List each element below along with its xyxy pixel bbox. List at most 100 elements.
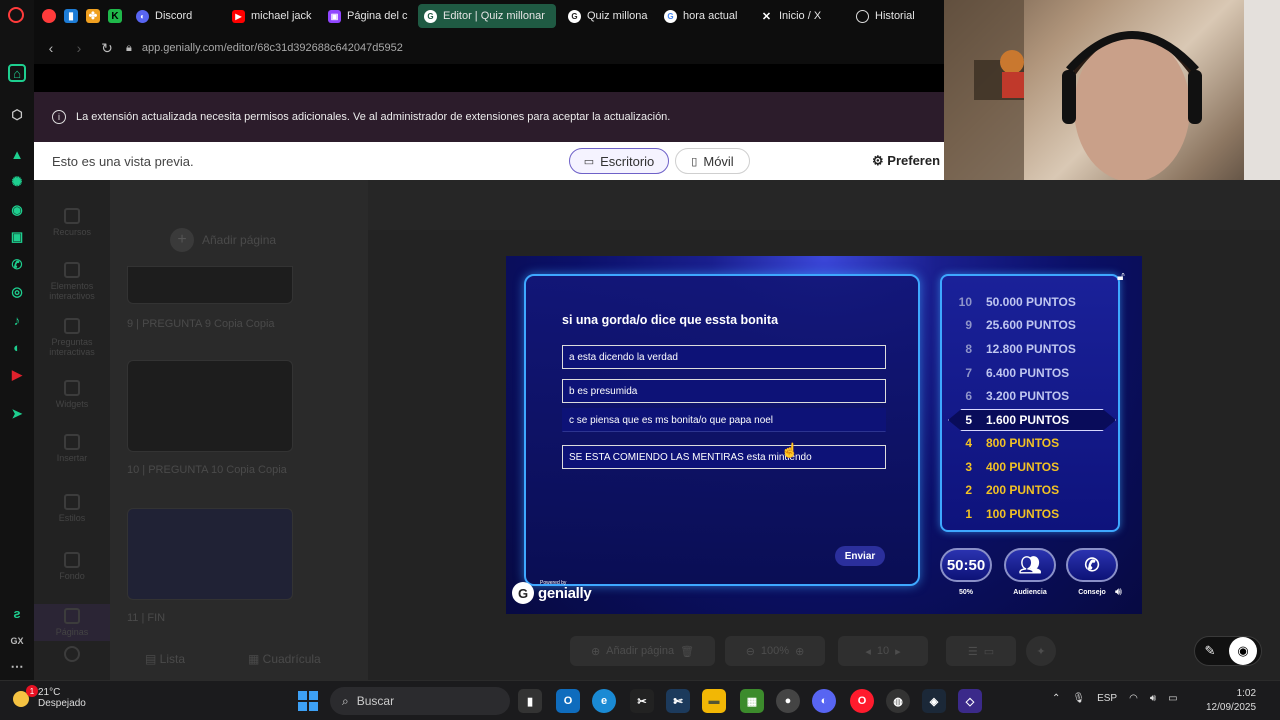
edge-icon[interactable]: e bbox=[592, 689, 616, 713]
tiktok-icon[interactable]: ♪ bbox=[8, 311, 26, 329]
list-view-button[interactable]: ▤ Lista bbox=[145, 652, 185, 666]
edit-preview-toggle[interactable]: ✎ ◉ bbox=[1194, 636, 1262, 666]
reload-icon[interactable]: ↻ bbox=[96, 37, 118, 59]
chevron-up-icon[interactable]: ⌃ bbox=[1052, 693, 1060, 704]
pencil-icon[interactable]: ✎ bbox=[1195, 643, 1225, 659]
rail-label: Páginas bbox=[55, 627, 89, 637]
discord-icon[interactable]: ◐ bbox=[8, 338, 26, 356]
video-player-icon[interactable]: ▶ bbox=[8, 366, 26, 384]
interactive-icon bbox=[64, 262, 80, 278]
volume-icon[interactable]: 🔊︎ bbox=[1150, 693, 1156, 704]
home-icon[interactable]: ⌂ bbox=[8, 64, 26, 82]
genially-icon: G bbox=[424, 9, 437, 23]
page-thumbnail-11[interactable] bbox=[127, 508, 293, 600]
toolbar-spacer bbox=[34, 64, 944, 92]
discord-icon[interactable]: ◐ bbox=[812, 689, 836, 713]
more-icon[interactable]: ⋯ bbox=[8, 658, 26, 676]
capcut-icon[interactable]: ✂ bbox=[630, 689, 654, 713]
eye-icon[interactable]: ◉ bbox=[1229, 637, 1257, 665]
lifeline-fifty-fifty[interactable]: 50:50 bbox=[940, 548, 992, 582]
visual-studio-icon[interactable]: ◇ bbox=[958, 689, 982, 713]
game-launcher-icon[interactable]: ● bbox=[776, 689, 800, 713]
tab-genially-editor[interactable]: G Editor | Quiz millonar bbox=[418, 4, 556, 28]
tab-quiz[interactable]: G Quiz millona bbox=[562, 4, 654, 28]
twitch-icon[interactable]: ▣ bbox=[8, 228, 26, 246]
wifi-icon[interactable]: ◠ bbox=[1129, 693, 1138, 704]
gear-icon: ⚙ bbox=[872, 153, 884, 168]
language-indicator[interactable]: ESP bbox=[1097, 693, 1117, 704]
taskbar-search[interactable]: ⌕ Buscar bbox=[330, 687, 510, 715]
rail-item-styles[interactable]: Estilos bbox=[34, 494, 110, 523]
page-thumbnail-9[interactable] bbox=[127, 266, 293, 304]
forward-arrow-icon[interactable]: › bbox=[68, 37, 90, 59]
answer-option-d[interactable]: SE ESTA COMIENDO LAS MENTIRAS esta minti… bbox=[562, 445, 886, 469]
tab-google[interactable]: G hora actual bbox=[658, 4, 750, 28]
minecraft-icon[interactable]: ▦ bbox=[740, 689, 764, 713]
plus-icon: ⊕ bbox=[590, 645, 601, 658]
answer-option-c[interactable]: c se piensa que es ms bonita/o que papa … bbox=[562, 408, 886, 432]
grid-view-button[interactable]: ▦ Cuadrícula bbox=[248, 652, 321, 666]
tab-discord[interactable]: ◐ Discord bbox=[130, 4, 222, 28]
rung-number: 8 bbox=[965, 342, 972, 356]
monitor-icon: ▭ bbox=[583, 155, 595, 168]
steam-icon[interactable]: ◈ bbox=[922, 689, 946, 713]
page-thumbnail-10[interactable] bbox=[127, 360, 293, 452]
url-field[interactable]: app.genially.com/editor/68c31d392688c642… bbox=[142, 42, 403, 54]
tab-x[interactable]: ✕ Inicio / X bbox=[754, 4, 846, 28]
pinned-tab-kick-icon[interactable]: K bbox=[108, 9, 122, 23]
cube-icon[interactable]: ⬡ bbox=[8, 106, 26, 124]
rail-item-resources[interactable]: Recursos bbox=[34, 208, 110, 237]
rail-item-insert[interactable]: Insertar bbox=[34, 434, 110, 463]
lifeline-audience[interactable]: 👥︎ bbox=[1004, 548, 1056, 582]
speaker-icon[interactable]: 🔊︎ bbox=[1115, 586, 1122, 599]
outlook-icon[interactable]: O bbox=[556, 689, 580, 713]
pinned-tab-analytics-icon[interactable]: ▮ bbox=[64, 9, 78, 23]
crypto-wallet-icon[interactable]: ƨ bbox=[8, 604, 26, 622]
help-icon[interactable] bbox=[34, 646, 110, 665]
task-view-icon[interactable]: ▮ bbox=[518, 689, 542, 713]
lifeline-phone[interactable]: ✆ bbox=[1066, 548, 1118, 582]
bottom-add-page-button[interactable]: ⊕ Añadir página 🗑︎ bbox=[570, 636, 715, 666]
taskbar-clock[interactable]: 1:02 12/09/2025 bbox=[1206, 687, 1256, 715]
chatgpt-icon[interactable]: ✺ bbox=[8, 173, 26, 191]
messenger-icon[interactable]: ◉ bbox=[8, 201, 26, 219]
add-page-button[interactable]: + Añadir página bbox=[170, 228, 276, 252]
tab-history[interactable]: Historial bbox=[850, 4, 942, 28]
layout-toggle[interactable]: ☰ ▭ bbox=[946, 636, 1016, 666]
instagram-icon[interactable]: ◎ bbox=[8, 283, 26, 301]
answer-option-b[interactable]: b es presumida bbox=[562, 379, 886, 403]
unlock-icon[interactable]: 🔓︎ bbox=[1117, 269, 1125, 284]
answer-option-a[interactable]: a esta dicendo la verdad bbox=[562, 345, 886, 369]
rail-item-widgets[interactable]: Widgets bbox=[34, 380, 110, 409]
zoom-control[interactable]: ⊖ 100% ⊕ bbox=[725, 636, 825, 666]
mobile-view-button[interactable]: ▯ Móvil bbox=[675, 148, 750, 174]
aria-icon[interactable]: ▲ bbox=[8, 145, 26, 163]
weather-widget[interactable]: 1 21°C Despejado bbox=[10, 685, 86, 709]
rail-item-interactive-elements[interactable]: Elementos interactivos bbox=[34, 262, 110, 301]
preferences-button[interactable]: ⚙ Preferen bbox=[872, 153, 940, 169]
microphone-icon[interactable]: 🎙︎ bbox=[1072, 693, 1085, 704]
page-navigator[interactable]: ◂ 10 ▸ bbox=[838, 636, 928, 666]
pinned-tab-apps-icon[interactable]: ✤ bbox=[86, 9, 100, 23]
battery-icon[interactable]: ▭ bbox=[1168, 693, 1177, 704]
desktop-view-button[interactable]: ▭ Escritorio bbox=[569, 148, 669, 174]
tab-youtube[interactable]: ▶ michael jack bbox=[226, 4, 318, 28]
effects-button[interactable]: ✦ bbox=[1026, 636, 1056, 666]
tab-twitch[interactable]: ▣ Página del c bbox=[322, 4, 414, 28]
rail-item-pages[interactable]: Páginas bbox=[34, 604, 110, 641]
pinned-tab-opera-icon[interactable] bbox=[42, 9, 56, 23]
whatsapp-icon[interactable]: ✆ bbox=[8, 256, 26, 274]
send-button[interactable]: Enviar bbox=[835, 546, 885, 566]
opera-logo-icon[interactable] bbox=[8, 7, 24, 23]
obs-icon[interactable]: ◍ bbox=[886, 689, 910, 713]
rail-item-interactive-questions[interactable]: Preguntas interactivas bbox=[34, 318, 110, 357]
rail-item-background[interactable]: Fondo bbox=[34, 552, 110, 581]
windows-start-icon[interactable] bbox=[298, 691, 318, 711]
gx-icon[interactable]: GX bbox=[8, 632, 26, 650]
opera-icon[interactable]: O bbox=[850, 689, 874, 713]
genially-badge[interactable]: G Powered by genially bbox=[512, 580, 592, 604]
file-explorer-icon[interactable]: ▬ bbox=[702, 689, 726, 713]
send-icon[interactable]: ➤ bbox=[8, 405, 26, 423]
snipping-tool-icon[interactable]: ✄ bbox=[666, 689, 690, 713]
back-arrow-icon[interactable]: ‹ bbox=[40, 37, 62, 59]
